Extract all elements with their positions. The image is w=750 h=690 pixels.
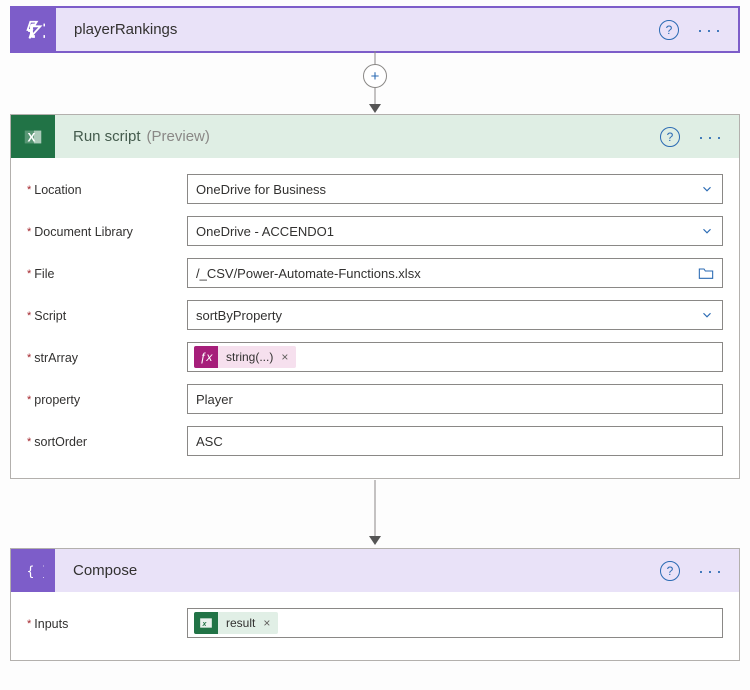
data-operation-icon: { } [11,549,55,592]
svg-text:{ }: { } [27,564,44,579]
document-library-dropdown[interactable]: OneDrive - ACCENDO1 [187,216,723,246]
location-dropdown[interactable]: OneDrive for Business [187,174,723,204]
excel-icon: x [194,612,218,634]
script-dropdown[interactable]: sortByProperty [187,300,723,330]
help-icon[interactable]: ? [660,561,680,581]
chevron-down-icon [700,308,714,322]
card-compose: { } Compose ? ··· *Inputs [10,548,740,661]
label-sortorder: *sortOrder [27,433,187,449]
label-script: *Script [27,307,187,323]
label-file: *File [27,265,187,281]
label-document-library: *Document Library [27,223,187,239]
strarray-input[interactable]: ƒx string(...) × [187,342,723,372]
label-inputs: *Inputs [27,615,187,631]
card-title: Compose [55,562,660,579]
label-location: *Location [27,181,187,197]
label-property: *property [27,391,187,407]
more-menu-icon[interactable]: ··· [698,566,725,576]
card-body: *Inputs x result × [11,592,739,660]
more-menu-icon[interactable]: ··· [698,132,725,142]
label-strarray: *strArray [27,349,187,365]
arrow-icon [369,536,381,545]
card-body: *Location OneDrive for Business *Documen… [11,158,739,478]
card-header[interactable]: X Run script (Preview) ? ··· [11,115,739,158]
card-header[interactable]: { } playerRankings ? ··· [12,8,738,51]
data-operation-icon: { } [12,8,56,51]
property-input[interactable]: Player [187,384,723,414]
more-menu-icon[interactable]: ··· [697,25,724,35]
excel-icon: X [11,115,55,158]
folder-icon[interactable] [698,266,714,280]
chevron-down-icon [700,182,714,196]
remove-token-icon[interactable]: × [279,350,296,364]
expression-token[interactable]: ƒx string(...) × [194,346,296,368]
arrow-icon [369,104,381,113]
card-title: Run script (Preview) [55,128,660,145]
flow-canvas: { } playerRankings ? ··· + X [0,0,750,690]
fx-icon: ƒx [194,346,218,368]
help-icon[interactable]: ? [660,127,680,147]
help-icon[interactable]: ? [659,20,679,40]
card-title: playerRankings [56,21,659,38]
chevron-down-icon [700,224,714,238]
dynamic-content-token[interactable]: x result × [194,612,278,634]
card-run-script: X Run script (Preview) ? ··· *Location O… [10,114,740,479]
inputs-field[interactable]: x result × [187,608,723,638]
sortorder-input[interactable]: ASC [187,426,723,456]
card-player-rankings[interactable]: { } playerRankings ? ··· [10,6,740,53]
remove-token-icon[interactable]: × [261,616,278,630]
add-step-button[interactable]: + [363,64,387,88]
card-header[interactable]: { } Compose ? ··· [11,549,739,592]
file-picker[interactable]: /_CSV/Power-Automate-Functions.xlsx [187,258,723,288]
svg-text:{ }: { } [28,23,45,38]
